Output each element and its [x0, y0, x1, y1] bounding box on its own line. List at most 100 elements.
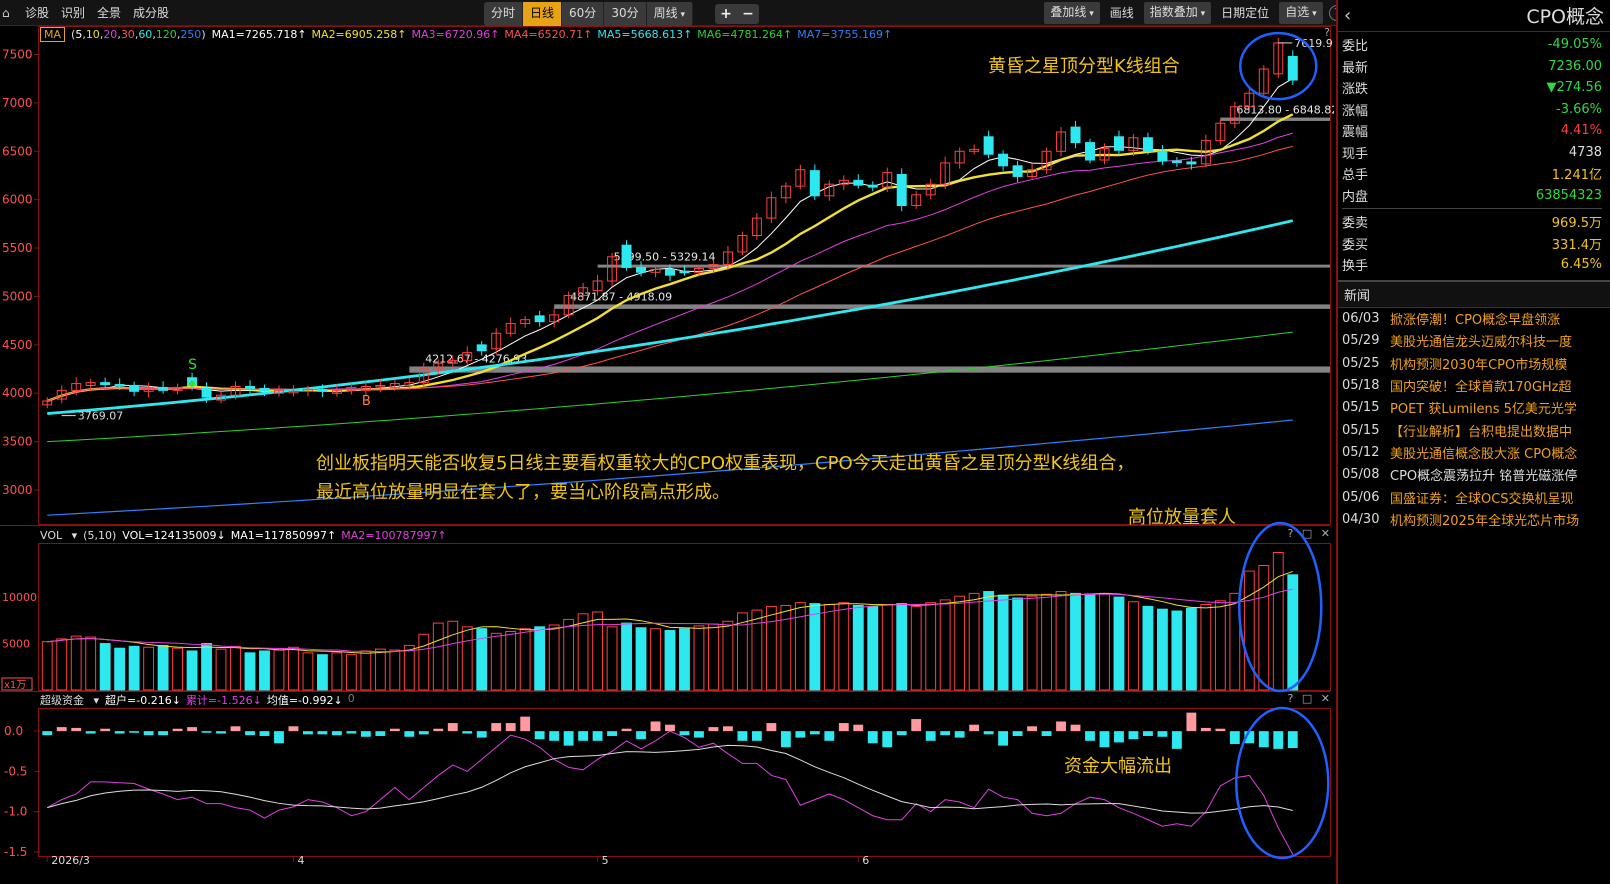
quote-row: 涨跌 ▼274.56 — [1342, 77, 1602, 99]
zoom-out-button[interactable]: − — [737, 4, 759, 24]
vol-bar-up — [838, 602, 850, 691]
news-item[interactable]: 04/30 机构预测2025年全球光芯片市场 — [1338, 508, 1610, 530]
fund-bar-in — [1056, 721, 1066, 732]
news-item[interactable]: 05/08 CPO概念震荡拉升 铭普光磁涨停 — [1338, 464, 1610, 486]
candle-down — [158, 386, 169, 391]
fund-cumulative-line — [46, 730, 1294, 855]
quote-key: 委买 — [1342, 237, 1369, 253]
fund-bar-in — [1215, 728, 1226, 732]
period-daily[interactable]: 日线 — [523, 2, 563, 26]
tab-panorama[interactable]: 全景 — [97, 4, 121, 21]
fund-bar-out — [462, 731, 473, 734]
zoom-in-button[interactable]: + — [715, 4, 737, 24]
quote-table: 委比 -49.05% 最新 7236.00 涨跌 ▼274.56 涨幅 -3.66% 震幅 4.4… — [1338, 32, 1610, 276]
vol-tick-label: 5000 — [2, 638, 30, 651]
side-header: ‹ CPO概念 — [1338, 0, 1610, 32]
quote-row: 现手 4738 — [1342, 142, 1602, 164]
period-weekly-dropdown[interactable]: 周线 — [647, 2, 693, 26]
news-item[interactable]: 05/06 国盛证券：全球OCS交换机呈现 — [1338, 486, 1610, 508]
quote-row: 内盘 63854323 — [1342, 185, 1602, 207]
news-item[interactable]: 05/18 国内突破！全球首款170GHz超 — [1338, 374, 1610, 396]
quote-key: 内盘 — [1342, 189, 1369, 205]
quote-key: 总手 — [1342, 168, 1369, 184]
news-list: 06/03 掀涨停潮！CPO概念早盘领涨 05/29 美股光通信龙头迈威尔科技一度 05… — [1338, 308, 1610, 531]
vol-bar-up — [345, 654, 357, 691]
vol-bar-up — [1200, 604, 1212, 691]
fund-bar-out — [274, 731, 284, 744]
news-date: 06/03 — [1342, 311, 1380, 327]
candle-down — [259, 387, 270, 391]
vol-bar-up — [1272, 552, 1284, 691]
news-item[interactable]: 06/03 掀涨停潮！CPO概念早盘领涨 — [1338, 308, 1610, 330]
vol-bar-up — [1099, 592, 1110, 691]
quote-value: -3.66% — [1556, 101, 1602, 117]
fund-bar-out — [751, 731, 762, 741]
period-60min[interactable]: 60分 — [562, 2, 605, 26]
fund-bar-out — [476, 731, 487, 738]
fund-bar-out — [1085, 731, 1095, 741]
candle-down — [809, 170, 820, 197]
candle-down — [636, 266, 647, 273]
news-item[interactable]: 05/15 【行业解析】台积电提出数据中 — [1338, 419, 1610, 441]
vol-bar-down — [259, 650, 270, 691]
vol-bar-down — [1070, 592, 1081, 691]
candle-down — [201, 387, 212, 398]
news-item[interactable]: 05/12 美股光通信概念股大涨 CPO概念 — [1338, 441, 1610, 463]
quote-row: 委卖 969.5万 — [1342, 211, 1602, 233]
vol-bar-down — [1156, 608, 1168, 691]
quote-key: 委卖 — [1342, 216, 1369, 232]
fund-bar-in — [433, 728, 444, 732]
fund-bar-out — [42, 731, 53, 736]
candle-down — [129, 385, 140, 392]
vol-unit-label: x1万 — [4, 680, 26, 691]
index-overlay-button[interactable]: 指数叠加 — [1143, 2, 1212, 24]
fund-bar-out — [360, 731, 371, 737]
date-locate-button[interactable]: 日期定位 — [1215, 3, 1275, 23]
vol-bar-up — [751, 609, 763, 691]
vol-bar-up — [374, 648, 386, 691]
candle-down — [476, 344, 487, 352]
vol-bar-down — [664, 630, 676, 691]
period-intraday[interactable]: 分时 — [484, 2, 524, 26]
fund-bar-out — [418, 731, 429, 735]
vol-bar-down — [1185, 607, 1197, 691]
fund-bar-in — [621, 728, 632, 732]
ma-line — [47, 77, 1294, 402]
back-chevron-icon[interactable]: ‹ — [1344, 5, 1351, 26]
overlay-line-button[interactable]: 叠加线 — [1044, 2, 1100, 24]
candle-down — [1085, 142, 1095, 161]
support-band-label: 6813.80 - 6848.82 — [1236, 104, 1334, 117]
tab-identify[interactable]: 识别 — [61, 4, 85, 21]
quote-key: 委比 — [1342, 39, 1369, 55]
fund-bar-in — [665, 724, 675, 732]
toolbar-right: 叠加线 画线 指数叠加 日期定位 自选 ? ❯ — [1040, 2, 1366, 24]
quote-value: 331.4万 — [1551, 237, 1602, 253]
period-30min[interactable]: 30分 — [604, 2, 647, 26]
news-item[interactable]: 05/15 POET 获Lumilens 5亿美元光学 — [1338, 397, 1610, 419]
sell-signal-dot — [189, 380, 196, 387]
vol-bar-up — [461, 626, 473, 691]
vol-bar-up — [70, 635, 82, 691]
tab-constituents[interactable]: 成分股 — [133, 4, 169, 21]
draw-line-button[interactable]: 画线 — [1104, 3, 1140, 23]
vol-bar-down — [896, 603, 908, 691]
vol-bar-up — [954, 595, 966, 691]
candle-down — [1012, 165, 1023, 177]
vol-bar-up — [780, 604, 792, 691]
home-icon[interactable]: ⌂ — [2, 6, 16, 20]
fund-bar-out — [245, 731, 255, 736]
fund-bar-out — [375, 731, 386, 736]
news-header: 新闻 — [1338, 281, 1610, 308]
tab-diagnose[interactable]: 诊股 — [25, 4, 49, 21]
analysis-note: 创业板指明天能否收复5日线主要看权重较大的CPO权重表现，CPO今天走出黄昏之星… — [316, 449, 1134, 507]
price-tick-label: 5000 — [2, 289, 33, 303]
support-band — [409, 366, 1331, 373]
vol-bar-up — [403, 644, 415, 691]
news-item[interactable]: 05/29 美股光通信龙头迈威尔科技一度 — [1338, 330, 1610, 352]
candle-down — [1070, 126, 1081, 144]
quote-side-panel: ‹ CPO概念 委比 -49.05% 最新 7236.00 涨跌 ▼274.56 涨幅 -3.… — [1336, 0, 1610, 884]
vol-bar-down — [1142, 605, 1154, 691]
watchlist-button[interactable]: 自选 — [1279, 2, 1323, 24]
news-item[interactable]: 05/25 机构预测2030年CPO市场规模 — [1338, 352, 1610, 374]
vol-bar-up — [505, 630, 517, 691]
